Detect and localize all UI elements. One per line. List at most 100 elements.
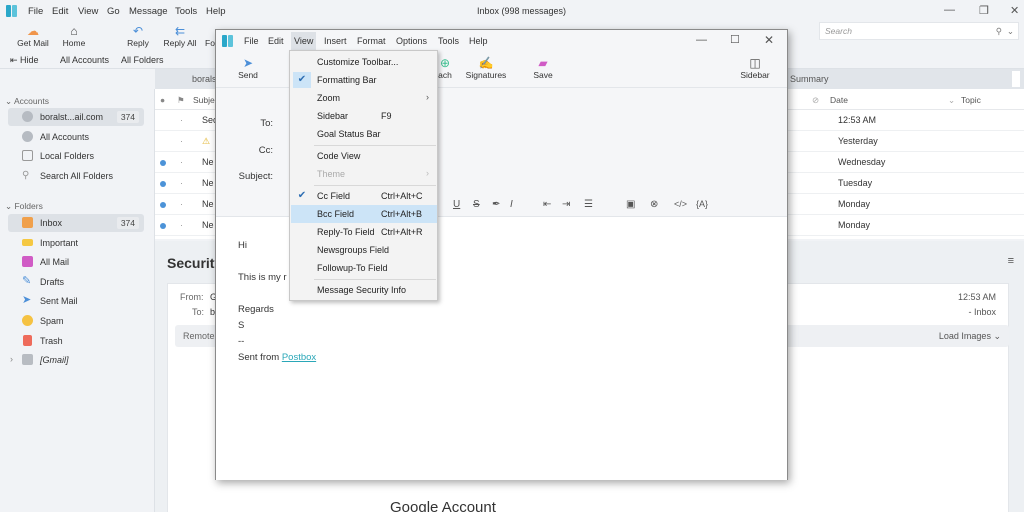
chevron-down-icon[interactable]: ⌄ bbox=[1007, 26, 1014, 37]
menu-item-cc-field[interactable]: ✔ Cc Field Ctrl+Alt+C bbox=[291, 187, 437, 205]
list-button[interactable]: ☰ bbox=[584, 199, 593, 210]
compose-menu-insert[interactable]: Insert bbox=[324, 36, 347, 46]
read-column-icon[interactable]: ● bbox=[160, 95, 165, 105]
hide-button[interactable]: ⇤ Hide bbox=[10, 55, 39, 66]
postbox-logo-icon bbox=[6, 5, 17, 17]
reply-all-button[interactable]: ⇇ Reply All bbox=[162, 24, 198, 48]
restore-button[interactable]: ❐ bbox=[979, 4, 989, 17]
get-mail-button[interactable]: ☁ Get Mail bbox=[15, 24, 51, 48]
sidebar-item-spam[interactable]: Spam bbox=[8, 312, 144, 330]
menu-item-bcc-field[interactable]: Bcc Field Ctrl+Alt+B bbox=[291, 205, 437, 223]
get-mail-label: Get Mail bbox=[17, 38, 49, 48]
subject-column[interactable]: Subje bbox=[193, 95, 215, 105]
sidebar-item-gmail[interactable]: › [Gmail] bbox=[8, 351, 144, 369]
unread-dot-icon bbox=[160, 160, 166, 166]
all-folders-button[interactable]: All Folders bbox=[121, 55, 164, 65]
menu-item-zoom[interactable]: Zoom › bbox=[291, 89, 437, 107]
save-button[interactable]: ▰ Save bbox=[532, 56, 554, 80]
tag-icon bbox=[22, 239, 33, 246]
sidebar-item-local-folders[interactable]: Local Folders bbox=[8, 147, 144, 165]
tab-scroll[interactable] bbox=[1012, 71, 1020, 87]
menu-go[interactable]: Go bbox=[107, 6, 120, 17]
menu-item-followup-to-field[interactable]: Followup-To Field bbox=[291, 259, 437, 277]
date-column[interactable]: Date bbox=[830, 95, 848, 105]
postbox-link[interactable]: Postbox bbox=[282, 352, 316, 363]
variable-button[interactable]: {A} bbox=[696, 199, 708, 209]
sidebar-item-inbox[interactable]: Inbox 374 bbox=[8, 214, 144, 232]
menu-edit[interactable]: Edit bbox=[52, 6, 68, 17]
all-accounts-button[interactable]: All Accounts bbox=[60, 55, 109, 65]
menu-separator bbox=[314, 185, 436, 186]
minimize-button[interactable]: — bbox=[944, 4, 955, 16]
highlight-button[interactable]: ✒ bbox=[492, 199, 500, 210]
menu-message[interactable]: Message bbox=[129, 6, 168, 17]
compose-menu-format[interactable]: Format bbox=[357, 36, 386, 46]
link-button[interactable]: ⊗ bbox=[650, 199, 658, 210]
flag-column-icon[interactable]: ⚑ bbox=[177, 95, 185, 106]
sidebar-item-important[interactable]: Important bbox=[8, 234, 144, 252]
accounts-header[interactable]: ⌄ Accounts bbox=[5, 96, 49, 107]
trash-icon bbox=[23, 335, 32, 346]
sidebar-item-all-mail[interactable]: All Mail bbox=[8, 253, 144, 271]
home-button[interactable]: ⌂ Home bbox=[60, 24, 88, 48]
menu-icon[interactable]: ≡ bbox=[1008, 255, 1014, 267]
compose-menu-help[interactable]: Help bbox=[469, 36, 488, 46]
menu-item-message-security-info[interactable]: Message Security Info bbox=[291, 281, 437, 299]
sidebar-item-trash[interactable]: Trash bbox=[8, 332, 144, 350]
compose-minimize-button[interactable]: — bbox=[696, 34, 707, 46]
sort-chevron-icon[interactable]: ⌄ bbox=[948, 95, 955, 106]
menu-item-reply-to-field[interactable]: Reply-To Field Ctrl+Alt+R bbox=[291, 223, 437, 241]
reply-button[interactable]: ↶ Reply bbox=[126, 24, 150, 48]
checkmark-icon: ✔ bbox=[297, 190, 307, 201]
menu-item-newsgroups-field[interactable]: Newsgroups Field bbox=[291, 241, 437, 259]
compose-close-button[interactable]: ✕ bbox=[764, 33, 774, 47]
folders-header[interactable]: ⌄ Folders bbox=[5, 201, 43, 212]
sidebar-item-sent-mail[interactable]: ➤ Sent Mail bbox=[8, 292, 144, 310]
compose-menu-options[interactable]: Options bbox=[396, 36, 427, 46]
code-button[interactable]: </> bbox=[674, 199, 687, 209]
close-button[interactable]: ✕ bbox=[1010, 4, 1019, 17]
menu-view[interactable]: View bbox=[78, 6, 98, 17]
compose-maximize-button[interactable]: ☐ bbox=[730, 33, 740, 46]
menu-file[interactable]: File bbox=[28, 6, 43, 17]
load-images-button[interactable]: Load Images ⌄ bbox=[939, 331, 1001, 342]
reply-label: Reply bbox=[127, 38, 149, 48]
menu-item-goal-status-bar[interactable]: Goal Status Bar bbox=[291, 125, 437, 143]
indent-button[interactable]: ⇥ bbox=[562, 199, 570, 210]
menu-tools[interactable]: Tools bbox=[175, 6, 197, 17]
image-button[interactable]: ▣ bbox=[626, 199, 635, 210]
menu-item-customize-toolbar[interactable]: Customize Toolbar... bbox=[291, 53, 437, 71]
topic-column[interactable]: Topic bbox=[961, 95, 981, 105]
underline-button[interactable]: U bbox=[453, 199, 460, 210]
window-title: Inbox (998 messages) bbox=[477, 6, 567, 16]
chevron-right-icon[interactable]: › bbox=[10, 354, 13, 364]
sidebar-item-search-all[interactable]: ⚲ Search All Folders bbox=[8, 167, 144, 185]
compose-menu-view[interactable]: View bbox=[291, 32, 317, 50]
search-input[interactable]: Search ⚲ ⌄ bbox=[819, 22, 1019, 40]
sidebar-item-account[interactable]: boralst...ail.com 374 bbox=[8, 108, 144, 126]
attach-button[interactable]: ⊕ ach bbox=[436, 56, 454, 80]
search-icon[interactable]: ⚲ bbox=[996, 26, 1002, 37]
outdent-button[interactable]: ⇤ bbox=[543, 199, 551, 210]
compose-menu-edit[interactable]: Edit bbox=[268, 36, 284, 46]
cc-label: Cc: bbox=[258, 145, 273, 156]
menu-item-code-view[interactable]: Code View bbox=[291, 147, 437, 165]
tab-summary[interactable]: Summary bbox=[790, 74, 829, 84]
menu-item-sidebar[interactable]: Sidebar F9 bbox=[291, 107, 437, 125]
attachment-column-icon[interactable]: ⊘ bbox=[812, 95, 819, 106]
sidebar-item-drafts[interactable]: ✎ Drafts bbox=[8, 273, 144, 291]
clear-format-button[interactable]: I bbox=[510, 199, 513, 210]
sidebar-button[interactable]: ◫ Sidebar bbox=[739, 56, 771, 80]
menu-item-formatting-bar[interactable]: ✔ Formatting Bar bbox=[291, 71, 437, 89]
tab-account[interactable]: borals bbox=[192, 74, 217, 84]
strikethrough-button[interactable]: S bbox=[473, 199, 480, 210]
signatures-button[interactable]: ✍ Signatures bbox=[464, 56, 508, 80]
compose-menu-file[interactable]: File bbox=[244, 36, 259, 46]
inbox-icon bbox=[22, 217, 33, 228]
preview-time: 12:53 AM bbox=[957, 292, 996, 302]
checkmark-icon: ✔ bbox=[293, 72, 311, 88]
sidebar-item-all-accounts[interactable]: All Accounts bbox=[8, 128, 144, 146]
menu-help[interactable]: Help bbox=[206, 6, 226, 17]
send-button[interactable]: ➤ Send bbox=[236, 56, 260, 80]
compose-menu-tools[interactable]: Tools bbox=[438, 36, 459, 46]
